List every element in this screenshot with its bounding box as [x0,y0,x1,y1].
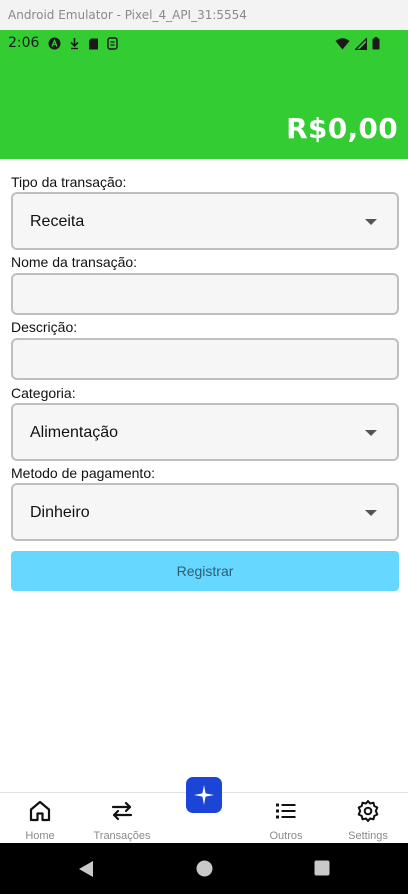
nav-label-others: Outros [269,830,303,842]
register-button[interactable]: Registrar [11,551,399,591]
notification-s-icon [107,37,118,50]
nav-label-settings: Settings [348,830,388,842]
signal-icon [355,37,367,50]
nav-item-home[interactable]: Home [0,793,80,845]
home-icon [29,800,51,822]
category-select[interactable]: Alimentação [11,403,399,461]
nav-item-others[interactable]: Outros [246,793,326,845]
dropdown-caret-icon [365,510,377,516]
nav-item-settings[interactable]: Settings [328,793,408,845]
transaction-type-label: Tipo da transação: [11,174,127,190]
notification-a-icon [48,37,61,50]
nav-label-home: Home [25,830,55,842]
transaction-type-select[interactable]: Receita [11,192,399,250]
payment-method-value: Dinheiro [30,504,90,521]
list-icon [276,803,296,819]
sd-card-icon [89,38,98,49]
balance-amount: R$0,00 [286,112,398,145]
payment-method-select[interactable]: Dinheiro [11,483,399,541]
category-label: Categoria: [11,385,76,401]
home-circle-icon[interactable] [196,860,213,877]
wifi-icon [335,37,350,49]
transaction-form: Tipo da transação: Receita Nome da trans… [11,173,399,591]
app-header: 2:06 R$0,00 [0,30,408,159]
transfer-icon [111,801,133,821]
status-notification-icons [48,37,118,50]
transaction-name-label: Nome da transação: [11,254,138,270]
emulator-title-bar: Android Emulator - Pixel_4_API_31:5554 [0,0,408,30]
add-transaction-button[interactable] [186,777,222,813]
transaction-type-value: Receita [30,213,85,230]
transaction-name-input[interactable] [11,273,399,315]
battery-icon [372,37,380,50]
payment-method-label: Metodo de pagamento: [11,465,155,481]
description-label: Descrição: [11,319,78,335]
nav-label-transactions: Transações [93,830,151,842]
dropdown-caret-icon [365,430,377,436]
recents-icon[interactable] [314,860,330,876]
status-time: 2:06 [8,35,40,51]
description-input[interactable] [11,338,399,380]
emulator-title: Android Emulator - Pixel_4_API_31:5554 [8,8,247,22]
category-value: Alimentação [30,424,119,441]
system-navigation-bar [0,843,408,894]
status-system-icons [335,37,380,50]
back-icon[interactable] [77,859,95,879]
notification-download-icon [70,38,79,50]
gear-icon [357,800,379,822]
dropdown-caret-icon [365,219,377,225]
plus-icon [194,785,214,805]
status-bar: 2:06 [0,30,408,56]
nav-item-transactions[interactable]: Transações [82,793,162,845]
